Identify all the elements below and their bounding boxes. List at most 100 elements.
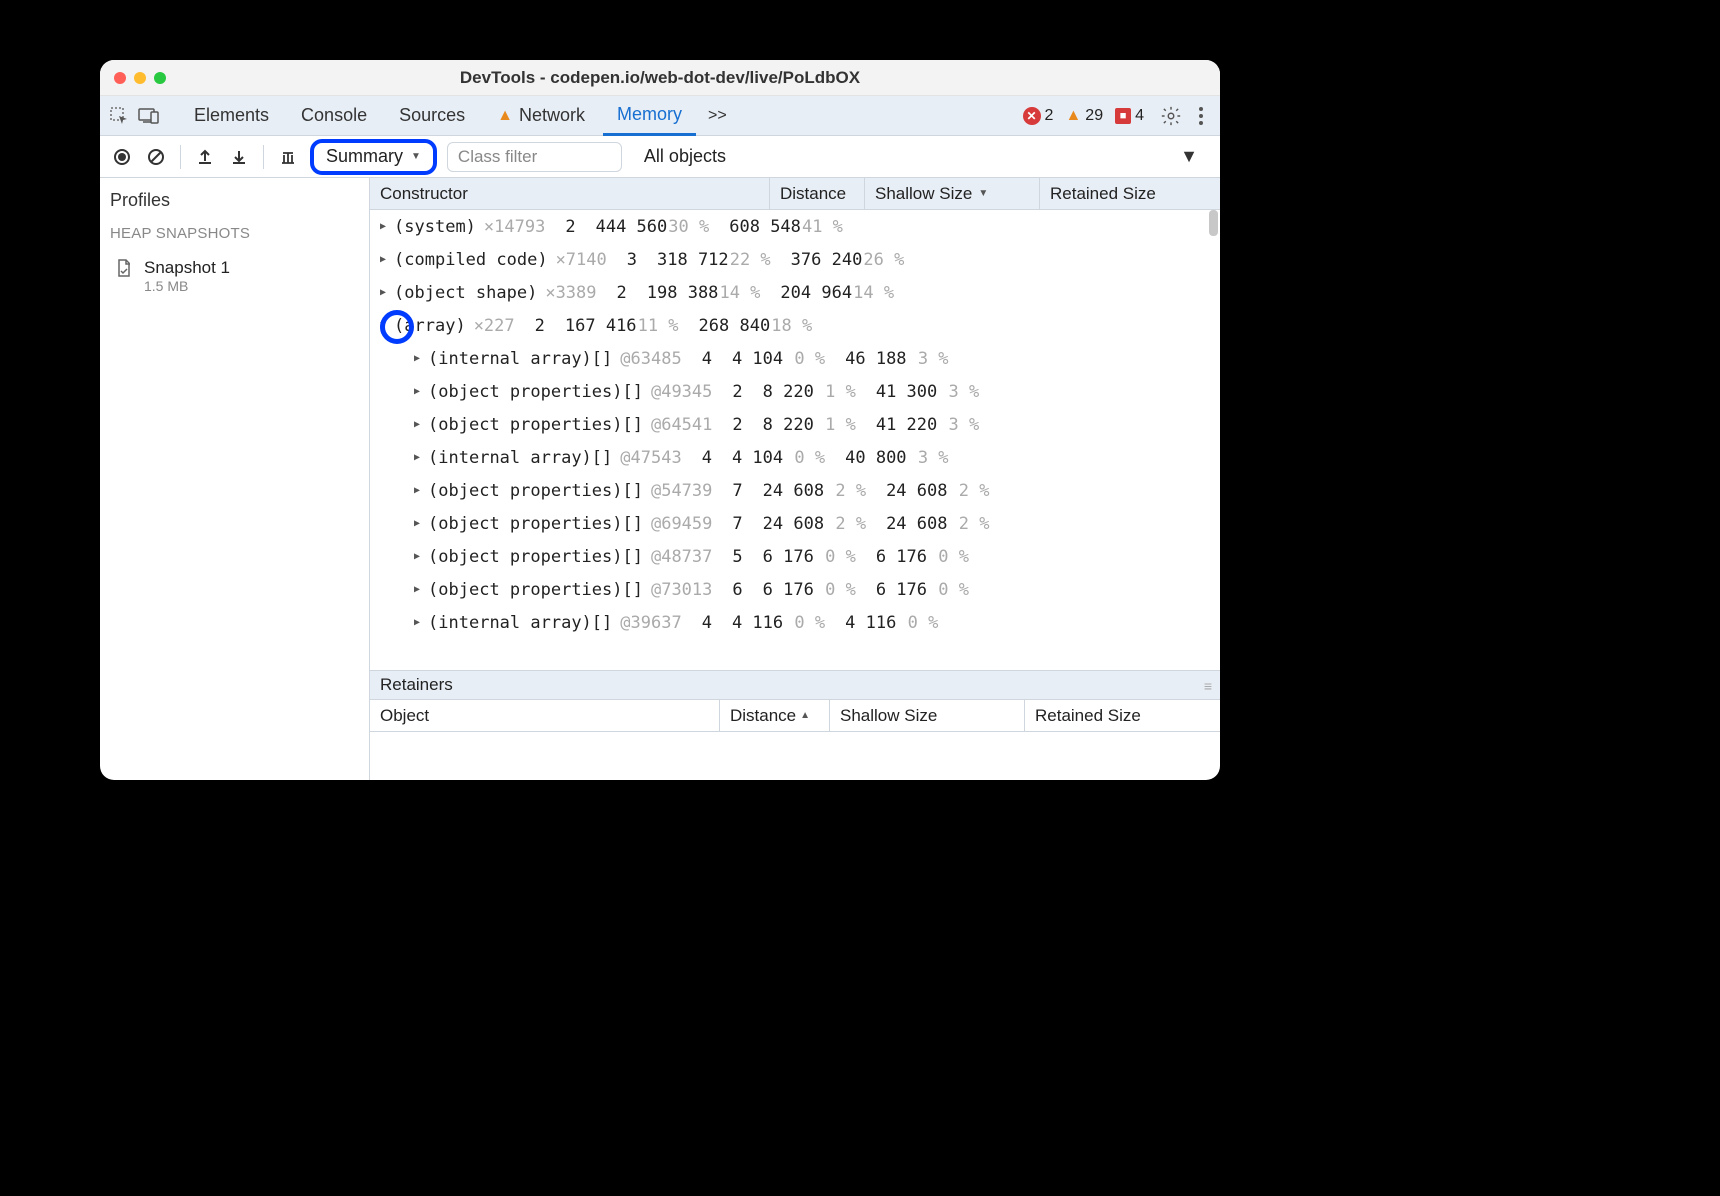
shallow-cell: 318 71222 % xyxy=(647,243,781,276)
table-row[interactable]: ▶(object properties)[]@7301366 1760 %6 1… xyxy=(370,573,1220,606)
record-icon[interactable] xyxy=(110,145,134,169)
col-retained-size[interactable]: Retained Size xyxy=(1040,178,1220,209)
shallow-cell: 24 6082 % xyxy=(753,474,876,507)
retained-cell: 608 54841 % xyxy=(719,210,853,243)
warnings-count: 29 xyxy=(1085,107,1103,125)
col-constructor[interactable]: Constructor xyxy=(370,178,770,209)
table-row[interactable]: ▶(object shape)×33892198 38814 %204 9641… xyxy=(370,276,1220,309)
expand-toggle-icon[interactable]: ▶ xyxy=(414,551,420,562)
constructor-name: (object properties)[] xyxy=(428,547,643,567)
devtools-tabbar: Elements Console Sources ▲ Network Memor… xyxy=(100,96,1220,136)
retainers-col-distance[interactable]: Distance ▲ xyxy=(720,700,830,731)
retainers-col-object[interactable]: Object xyxy=(370,700,720,731)
shallow-cell: 4 1040 % xyxy=(722,342,835,375)
table-row[interactable]: ▶(object properties)[]@54739724 6082 %24… xyxy=(370,474,1220,507)
heap-table-body[interactable]: ▶(system)×147932444 56030 %608 54841 %▶(… xyxy=(370,210,1220,670)
memory-main: Profiles HEAP SNAPSHOTS Snapshot 1 1.5 M… xyxy=(100,178,1220,780)
constructor-name: (internal array)[] xyxy=(428,349,612,369)
retained-cell: 41 3003 % xyxy=(866,375,989,408)
table-row[interactable]: ▶(internal array)[]@3963744 1160 %4 1160… xyxy=(370,606,1220,639)
constructor-name: (object properties)[] xyxy=(428,481,643,501)
col-distance[interactable]: Distance xyxy=(770,178,865,209)
retained-cell: 268 84018 % xyxy=(689,309,823,342)
retained-cell: 40 8003 % xyxy=(835,441,958,474)
distance-cell: 5 xyxy=(722,540,752,573)
heap-table-header: Constructor Distance Shallow Size ▼ Reta… xyxy=(370,178,1220,210)
expand-toggle-icon[interactable]: ▶ xyxy=(380,221,386,232)
export-icon[interactable] xyxy=(193,145,217,169)
tab-elements[interactable]: Elements xyxy=(180,96,283,136)
sort-asc-icon: ▲ xyxy=(800,710,810,721)
device-toolbar-icon[interactable] xyxy=(136,103,162,129)
expand-toggle-icon[interactable]: ▶ xyxy=(414,452,420,463)
snapshot-name: Snapshot 1 xyxy=(144,258,230,278)
more-tabs-icon[interactable]: >> xyxy=(700,107,735,125)
table-row[interactable]: ▶(internal array)[]@6348544 1040 %46 188… xyxy=(370,342,1220,375)
snapshot-item[interactable]: Snapshot 1 1.5 MB xyxy=(110,256,359,297)
tab-console[interactable]: Console xyxy=(287,96,381,136)
object-scope-select[interactable]: All objects ▼ xyxy=(632,146,1210,167)
table-row[interactable]: ▶(internal array)[]@4754344 1040 %40 800… xyxy=(370,441,1220,474)
distance-cell: 4 xyxy=(692,342,722,375)
shallow-cell: 8 2201 % xyxy=(753,375,866,408)
tab-network[interactable]: ▲ Network xyxy=(483,96,599,136)
distance-cell: 4 xyxy=(692,441,722,474)
expand-toggle-icon[interactable]: ▶ xyxy=(414,485,420,496)
zoom-window-button[interactable] xyxy=(154,72,166,84)
expand-toggle-icon[interactable]: ▶ xyxy=(414,353,420,364)
tab-sources[interactable]: Sources xyxy=(385,96,479,136)
table-row[interactable]: ▶(object properties)[]@69459724 6082 %24… xyxy=(370,507,1220,540)
class-filter-input[interactable] xyxy=(447,142,622,172)
constructor-name: (object shape) xyxy=(394,283,537,303)
collect-garbage-icon[interactable] xyxy=(276,145,300,169)
kebab-menu-icon[interactable] xyxy=(1188,103,1214,129)
expand-toggle-icon[interactable]: ▶ xyxy=(380,287,386,298)
expand-toggle-icon[interactable]: ▶ xyxy=(414,518,420,529)
table-row[interactable]: ▶(compiled code)×71403318 71222 %376 240… xyxy=(370,243,1220,276)
constructor-name: (array) xyxy=(394,316,466,336)
expand-toggle-icon[interactable]: ▶ xyxy=(380,254,386,265)
constructor-name: (object properties)[] xyxy=(428,415,643,435)
expand-toggle-icon[interactable]: ▶ xyxy=(414,617,420,628)
errors-counter[interactable]: ✕ 2 xyxy=(1019,107,1058,125)
retainers-col-shallow[interactable]: Shallow Size xyxy=(830,700,1025,731)
warnings-counter[interactable]: ▲ 29 xyxy=(1061,107,1107,125)
view-mode-select[interactable]: Summary ▼ xyxy=(310,139,437,175)
gear-icon[interactable] xyxy=(1158,103,1184,129)
import-icon[interactable] xyxy=(227,145,251,169)
issues-counter[interactable]: ■ 4 xyxy=(1111,107,1148,125)
retainers-col-retained[interactable]: Retained Size xyxy=(1025,700,1220,731)
table-row[interactable]: ▶(system)×147932444 56030 %608 54841 % xyxy=(370,210,1220,243)
warning-icon: ▲ xyxy=(1065,107,1081,125)
retainers-menu-icon[interactable]: ≡ xyxy=(1204,678,1210,694)
caret-down-icon: ▼ xyxy=(411,151,421,162)
col-shallow-size[interactable]: Shallow Size ▼ xyxy=(865,178,1040,209)
retained-cell: 41 2203 % xyxy=(866,408,989,441)
heap-table-area: Constructor Distance Shallow Size ▼ Reta… xyxy=(370,178,1220,780)
tab-network-label: Network xyxy=(519,105,585,126)
tab-memory[interactable]: Memory xyxy=(603,96,696,136)
expand-toggle-icon[interactable]: ▼ xyxy=(380,320,386,331)
inspect-element-icon[interactable] xyxy=(106,103,132,129)
close-window-button[interactable] xyxy=(114,72,126,84)
shallow-cell: 444 56030 % xyxy=(586,210,720,243)
retainers-header[interactable]: Retainers ≡ xyxy=(370,670,1220,700)
scrollbar-thumb[interactable] xyxy=(1209,210,1218,236)
table-row[interactable]: ▶(object properties)[]@4873756 1760 %6 1… xyxy=(370,540,1220,573)
retained-cell: 6 1760 % xyxy=(866,573,979,606)
sort-desc-icon: ▼ xyxy=(978,188,988,199)
shallow-cell: 6 1760 % xyxy=(753,573,866,606)
table-row[interactable]: ▶(object properties)[]@6454128 2201 %41 … xyxy=(370,408,1220,441)
expand-toggle-icon[interactable]: ▶ xyxy=(414,386,420,397)
table-row[interactable]: ▶(object properties)[]@4934528 2201 %41 … xyxy=(370,375,1220,408)
distance-cell: 4 xyxy=(692,606,722,639)
expand-toggle-icon[interactable]: ▶ xyxy=(414,419,420,430)
table-row[interactable]: ▼(array)×2272167 41611 %268 84018 % xyxy=(370,309,1220,342)
constructor-name: (internal array)[] xyxy=(428,613,612,633)
minimize-window-button[interactable] xyxy=(134,72,146,84)
traffic-lights xyxy=(100,72,166,84)
window-titlebar: DevTools - codepen.io/web-dot-dev/live/P… xyxy=(100,60,1220,96)
clear-icon[interactable] xyxy=(144,145,168,169)
expand-toggle-icon[interactable]: ▶ xyxy=(414,584,420,595)
warning-icon: ▲ xyxy=(497,107,513,125)
